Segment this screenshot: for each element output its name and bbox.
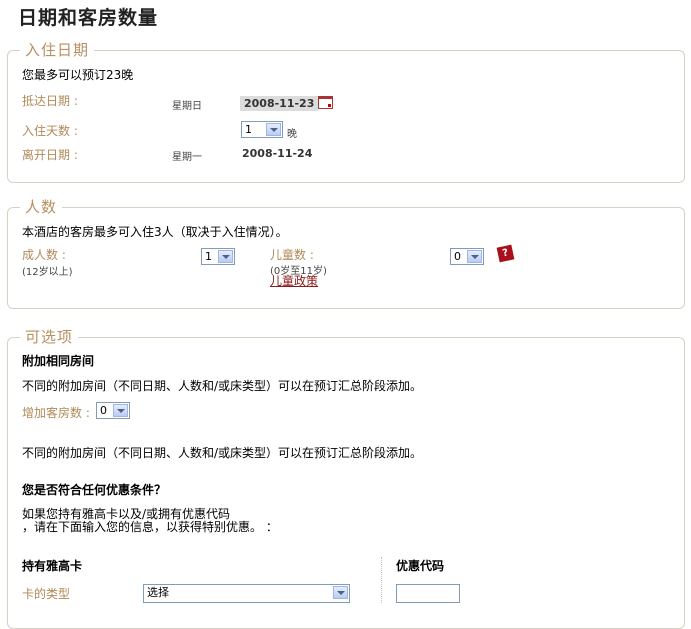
card-title: 持有雅高卡 [22,559,83,573]
card-type-label: 卡的类型 [22,587,71,601]
chevron-down-icon [218,250,233,263]
checkin-section: 入住日期 [7,42,685,183]
adults-hint: (12岁以上) [22,267,73,278]
chevron-down-icon [467,250,482,263]
promo-code-input[interactable] [396,584,460,603]
help-icon[interactable]: ? [496,244,515,263]
chevron-down-icon [333,586,348,599]
guests-max-note: 本酒店的客房最多可入住3人（取决于入住情况）。 [22,225,288,239]
adults-select[interactable]: 1 [201,248,235,265]
chevron-down-icon [113,404,128,417]
adults-select-value: 1 [205,250,212,263]
nights-label: 入住天数 : [22,124,78,138]
guests-section: 人数 [7,199,685,309]
children-policy-link[interactable]: 儿童政策 [270,272,318,289]
extra-rooms-note: 不同的附加房间（不同日期、人数和/或床类型）可以在预订汇总阶段添加。 [22,379,423,393]
column-divider [381,557,382,603]
extra-rooms-title: 附加相同房间 [22,354,95,368]
departure-weekday: 星期一 [172,152,202,163]
discount-line-2: ，请在下面输入您的信息，以获得特别优惠。 ： [22,520,278,534]
departure-label: 离开日期 : [22,148,78,162]
card-type-select-value: 选择 [147,586,169,599]
children-select[interactable]: 0 [450,248,484,265]
extra-rooms-note-2: 不同的附加房间（不同日期、人数和/或床类型）可以在预订汇总阶段添加。 [22,446,423,460]
nights-select[interactable]: 1 [241,121,283,138]
max-nights-note: 您最多可以预订23晚 [22,68,134,82]
nights-select-value: 1 [245,123,252,136]
page-title: 日期和客房数量 [18,7,159,29]
arrival-label: 抵达日期 : [22,94,78,108]
adults-label: 成人数 : [22,248,66,262]
discount-title: 您是否符合任何优惠条件？ [22,483,167,497]
guests-legend: 人数 [25,198,58,216]
checkin-legend: 入住日期 [25,41,90,59]
departure-date: 2008-11-24 [242,147,313,160]
add-rooms-select[interactable]: 0 [96,402,130,419]
promo-title: 优惠代码 [396,559,445,573]
nights-unit: 晚 [287,129,297,140]
children-select-value: 0 [454,250,461,263]
chevron-down-icon [266,123,281,136]
arrival-weekday: 星期日 [172,101,202,112]
card-type-select[interactable]: 选择 [143,584,350,603]
add-rooms-label: 增加客房数 : [22,406,90,420]
options-legend: 可选项 [25,328,74,346]
arrival-date-field[interactable]: 2008-11-23 [240,96,319,111]
children-label: 儿童数 : [270,248,314,262]
add-rooms-select-value: 0 [100,404,107,417]
calendar-icon[interactable] [318,96,333,109]
